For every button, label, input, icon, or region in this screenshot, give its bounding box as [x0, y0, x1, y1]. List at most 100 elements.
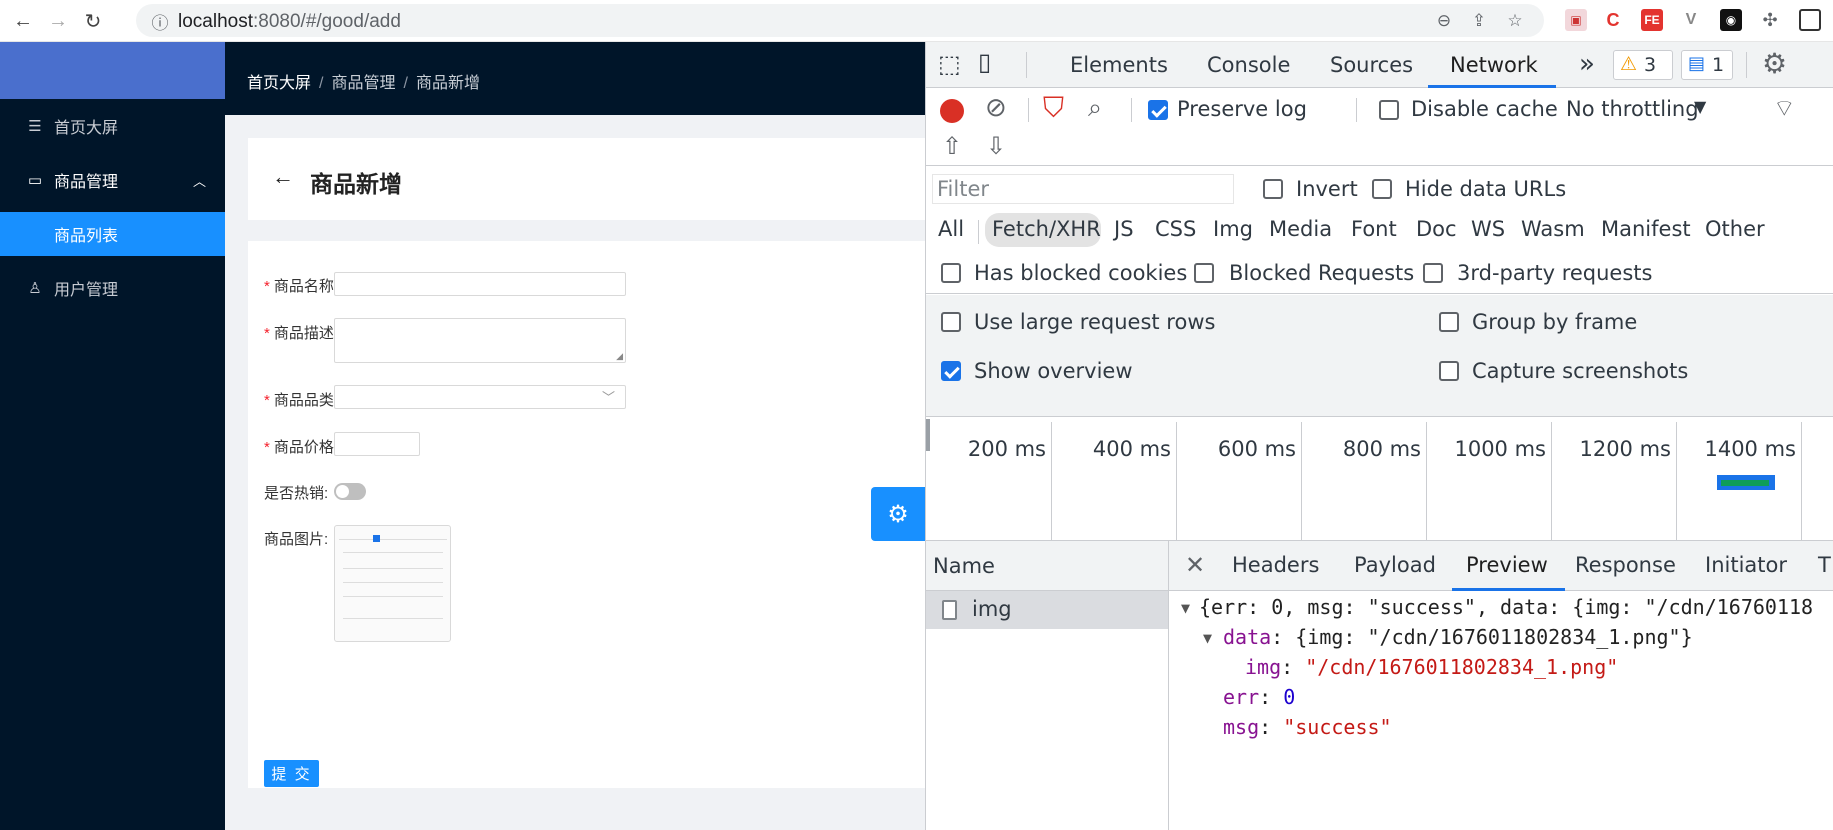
extension-icon-2[interactable]: C: [1602, 9, 1624, 31]
extensions-puzzle-icon[interactable]: ✣: [1759, 9, 1781, 31]
tab-elements[interactable]: Elements: [1070, 53, 1168, 77]
type-filter-wasm[interactable]: Wasm: [1521, 217, 1585, 241]
goods-desc-textarea[interactable]: ◢: [334, 318, 626, 363]
request-row[interactable]: img: [926, 591, 1168, 629]
large-rows-checkbox[interactable]: [941, 312, 961, 332]
show-overview-checkbox[interactable]: [941, 361, 961, 381]
filter-icon[interactable]: ⛉: [1043, 91, 1064, 125]
reload-icon[interactable]: ↻: [80, 8, 106, 34]
extension-icon-fe[interactable]: FE: [1641, 9, 1663, 31]
breadcrumb: 首页大屏 / 商品管理 / 商品新增: [247, 69, 480, 93]
breadcrumb-item[interactable]: 商品管理: [331, 75, 395, 92]
hot-sale-switch[interactable]: [334, 483, 366, 500]
more-tabs-chevron[interactable]: »: [1579, 49, 1595, 79]
preserve-log-checkbox[interactable]: [1148, 100, 1168, 120]
extension-icon-vue[interactable]: V: [1680, 9, 1702, 31]
url-text[interactable]: localhost:8080/#/good/add: [178, 11, 401, 33]
page-header: ← 商品新增: [248, 138, 925, 220]
show-overview-label: Show overview: [974, 359, 1133, 383]
submit-button[interactable]: 提 交: [264, 760, 319, 787]
device-toolbar-icon[interactable]: ▯: [978, 48, 991, 76]
detail-tab-headers[interactable]: Headers: [1232, 553, 1319, 577]
export-har-icon[interactable]: ⇩: [986, 132, 1006, 160]
goods-price-input[interactable]: [334, 432, 420, 456]
type-filter-font[interactable]: Font: [1351, 217, 1397, 241]
side-panel-icon[interactable]: [1799, 9, 1821, 31]
network-conditions-icon[interactable]: ⌔: [1773, 93, 1796, 123]
blocked-requests-checkbox[interactable]: [1194, 263, 1214, 283]
messages-badge[interactable]: ▤ 1: [1681, 50, 1733, 80]
zoom-icon[interactable]: ⊖: [1432, 9, 1456, 33]
sidebar-item-goods-list[interactable]: 商品列表: [0, 212, 225, 256]
type-filter-manifest[interactable]: Manifest: [1601, 217, 1691, 241]
tab-network[interactable]: Network: [1450, 53, 1538, 77]
timeline-tick-label: 1400 ms: [1704, 437, 1796, 461]
inspect-element-icon[interactable]: ⬚: [938, 50, 961, 78]
timeline-handle[interactable]: [926, 419, 930, 451]
hide-data-urls-checkbox[interactable]: [1372, 179, 1392, 199]
group-by-frame-label: Group by frame: [1472, 310, 1638, 334]
detail-tab-timing[interactable]: T: [1818, 553, 1831, 577]
request-details: ✕ Headers Payload Preview Response Initi…: [1169, 541, 1833, 830]
site-info-icon[interactable]: ⓘ: [148, 9, 172, 33]
sidebar-item-goods[interactable]: ▭ 商品管理 ︿: [0, 158, 225, 202]
capture-screenshots-checkbox[interactable]: [1439, 361, 1459, 381]
type-filter-media[interactable]: Media: [1269, 217, 1332, 241]
type-filter-ws[interactable]: WS: [1471, 217, 1505, 241]
settings-gear-button[interactable]: ⚙: [871, 487, 925, 541]
close-icon[interactable]: ✕: [1185, 551, 1205, 579]
tab-console[interactable]: Console: [1207, 53, 1290, 77]
has-blocked-cookies-checkbox[interactable]: [941, 263, 961, 283]
type-filter-css[interactable]: CSS: [1155, 217, 1196, 241]
type-filter-doc[interactable]: Doc: [1416, 217, 1457, 241]
sidebar-item-dashboard[interactable]: ☰ 首页大屏: [0, 104, 225, 148]
network-overview-timeline[interactable]: [926, 417, 1833, 541]
type-filter-js[interactable]: JS: [1114, 217, 1134, 241]
resize-handle-icon[interactable]: ◢: [616, 351, 623, 362]
devtools-settings-gear-icon[interactable]: ⚙: [1762, 47, 1787, 80]
extension-icon-1[interactable]: ▣: [1565, 9, 1587, 31]
disable-cache-checkbox[interactable]: [1379, 100, 1399, 120]
name-column-header[interactable]: Name: [933, 554, 995, 578]
clear-icon[interactable]: ⊘: [985, 93, 1007, 123]
sidebar-item-users[interactable]: ♙ 用户管理: [0, 266, 225, 310]
detail-tab-initiator[interactable]: Initiator: [1705, 553, 1787, 577]
share-icon[interactable]: ⇪: [1467, 9, 1491, 33]
filter-input[interactable]: Filter: [932, 174, 1234, 204]
address-bar[interactable]: ⓘ localhost:8080/#/good/add ⊖ ⇪ ☆: [136, 4, 1544, 37]
warnings-badge[interactable]: ⚠ 3: [1613, 50, 1673, 80]
label-text: 商品品类: [273, 392, 334, 409]
back-icon[interactable]: ←: [10, 8, 36, 34]
throttling-dropdown-icon[interactable]: ▼: [1694, 97, 1706, 116]
detail-tab-preview[interactable]: Preview: [1466, 553, 1548, 577]
detail-tab-payload[interactable]: Payload: [1354, 553, 1436, 577]
expand-triangle-icon[interactable]: ▼: [1181, 599, 1190, 617]
type-filter-all[interactable]: All: [938, 217, 964, 241]
uploaded-image-thumbnail[interactable]: [334, 525, 451, 642]
divider: [1028, 98, 1029, 122]
group-by-frame-checkbox[interactable]: [1439, 312, 1459, 332]
type-filter-img[interactable]: Img: [1213, 217, 1253, 241]
throttling-select[interactable]: No throttling: [1566, 97, 1699, 121]
extension-icon-4[interactable]: ◉: [1720, 9, 1742, 31]
back-arrow-icon[interactable]: ←: [272, 164, 294, 190]
goods-name-input[interactable]: [334, 272, 626, 296]
preview-err-line: err: 0: [1223, 685, 1296, 709]
bookmark-star-icon[interactable]: ☆: [1503, 9, 1527, 33]
forward-icon[interactable]: →: [45, 8, 71, 34]
tab-sources[interactable]: Sources: [1330, 53, 1413, 77]
type-filter-other[interactable]: Other: [1705, 217, 1765, 241]
label-text: 商品描述: [273, 325, 334, 342]
detail-tab-response[interactable]: Response: [1575, 553, 1676, 577]
record-icon[interactable]: [940, 99, 964, 123]
breadcrumb-item[interactable]: 首页大屏: [247, 75, 311, 92]
type-filter-fetch-xhr[interactable]: Fetch/XHR: [992, 217, 1101, 241]
expand-triangle-icon[interactable]: ▼: [1203, 629, 1212, 647]
third-party-checkbox[interactable]: [1423, 263, 1443, 283]
network-toolbar-row2: ⇧ ⇩: [926, 130, 1833, 166]
invert-checkbox[interactable]: [1263, 179, 1283, 199]
required-mark: *: [264, 278, 270, 295]
goods-category-select[interactable]: ﹀: [334, 385, 626, 409]
search-icon[interactable]: ⌕: [1088, 93, 1102, 123]
import-har-icon[interactable]: ⇧: [942, 132, 962, 160]
